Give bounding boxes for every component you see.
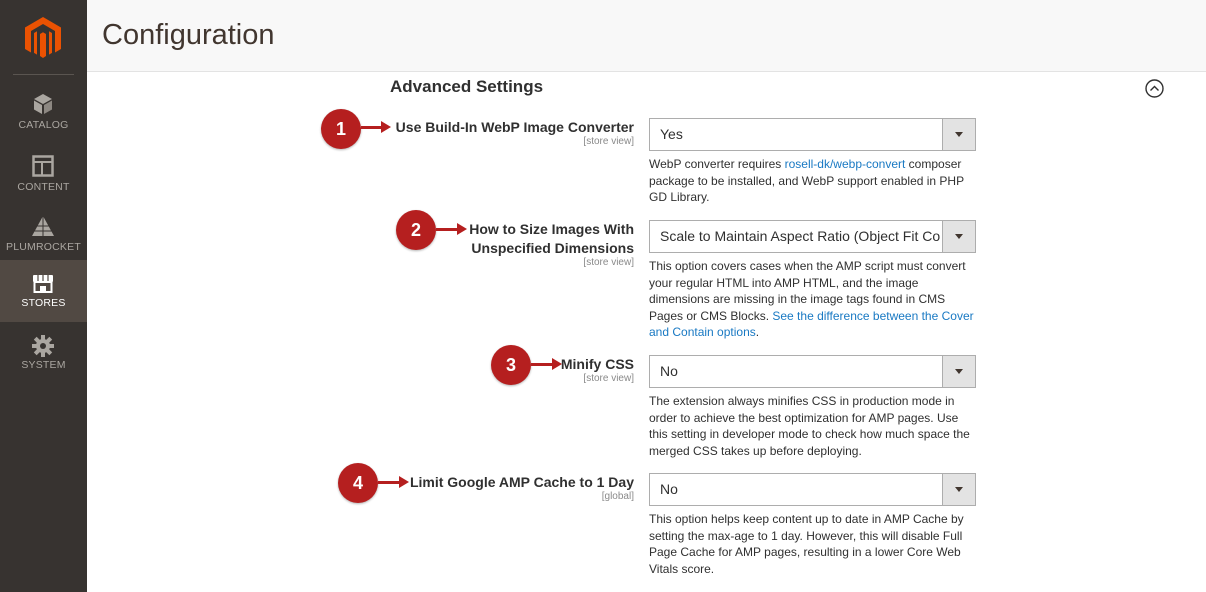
field-note: This option helps keep content up to dat… xyxy=(649,511,979,577)
scope-label: [store view] xyxy=(583,373,634,384)
label-line: Unspecified Dimensions xyxy=(471,240,634,256)
collapse-chevron-up-icon[interactable] xyxy=(1145,79,1164,98)
page-header: Configuration xyxy=(87,0,1206,72)
note-text-after: . xyxy=(755,325,760,339)
field-label-image-sizing: How to Size Images With Unspecified Dime… xyxy=(469,220,634,258)
callout-badge: 2 xyxy=(396,210,436,250)
image-sizing-select[interactable]: Scale to Maintain Aspect Ratio (Object F… xyxy=(649,220,976,253)
magento-logo-icon[interactable] xyxy=(24,16,62,60)
field-label-minify-css: Minify CSS xyxy=(561,355,634,374)
amp-cache-select[interactable]: No xyxy=(649,473,976,506)
dropdown-arrow-icon[interactable] xyxy=(942,119,975,150)
callout-arrow xyxy=(531,358,562,370)
sidebar-item-label: STORES xyxy=(21,297,66,309)
scope-label: [store view] xyxy=(583,257,634,268)
minify-css-select[interactable]: No xyxy=(649,355,976,388)
field-label-amp-cache: Limit Google AMP Cache to 1 Day xyxy=(410,473,634,492)
callout-arrow xyxy=(436,223,467,235)
select-value: Yes xyxy=(660,126,683,142)
note-text: This option helps keep content up to dat… xyxy=(649,512,964,576)
webp-convert-link[interactable]: rosell-dk/webp-convert xyxy=(785,157,906,171)
webp-converter-select[interactable]: Yes xyxy=(649,118,976,151)
select-value: No xyxy=(660,481,678,497)
field-label-webp-converter: Use Build-In WebP Image Converter xyxy=(396,118,634,137)
label-line: How to Size Images With xyxy=(469,221,634,237)
callout-badge: 4 xyxy=(338,463,378,503)
sidebar-item-plumrocket[interactable]: PLUMROCKET xyxy=(0,204,87,266)
sidebar-item-system[interactable]: SYSTEM xyxy=(0,326,87,388)
callout-badge: 3 xyxy=(491,345,531,385)
plumrocket-pyramid-icon xyxy=(32,216,54,236)
admin-sidebar: CATALOG CONTENT PLUMROCKET STORES SYSTEM xyxy=(0,0,87,592)
callout-badge: 1 xyxy=(321,109,361,149)
note-text: WebP converter requires xyxy=(649,157,785,171)
callout-arrow xyxy=(378,476,409,488)
field-note: The extension always minifies CSS in pro… xyxy=(649,393,979,459)
select-value: No xyxy=(660,363,678,379)
section-title: Advanced Settings xyxy=(390,77,544,96)
label-line: Use Build-In WebP Image Converter xyxy=(395,119,634,135)
catalog-cube-icon xyxy=(34,94,52,114)
select-value: Scale to Maintain Aspect Ratio (Object F… xyxy=(660,228,940,244)
field-note: WebP converter requires rosell-dk/webp-c… xyxy=(649,156,979,206)
field-note: This option covers cases when the AMP sc… xyxy=(649,258,979,341)
dropdown-arrow-icon[interactable] xyxy=(942,474,975,505)
scope-label: [global] xyxy=(601,491,634,502)
dropdown-arrow-icon[interactable] xyxy=(942,221,975,252)
sidebar-item-catalog[interactable]: CATALOG xyxy=(0,82,87,144)
content-layout-icon xyxy=(32,155,54,177)
page-title: Configuration xyxy=(102,19,275,51)
callout-arrow xyxy=(361,121,391,133)
label-line: Limit Google AMP Cache to 1 Day xyxy=(409,474,634,490)
sidebar-item-label: SYSTEM xyxy=(21,359,66,371)
dropdown-arrow-icon[interactable] xyxy=(942,356,975,387)
system-gear-icon xyxy=(32,335,54,357)
app-root: CATALOG CONTENT PLUMROCKET STORES SYSTEM… xyxy=(0,0,1206,592)
stores-storefront-icon xyxy=(33,275,53,293)
note-text: The extension always minifies CSS in pro… xyxy=(649,394,970,458)
sidebar-item-label: CONTENT xyxy=(17,181,70,193)
scope-label: [store view] xyxy=(583,136,634,147)
sidebar-item-label: PLUMROCKET xyxy=(6,241,81,253)
sidebar-item-label: CATALOG xyxy=(18,119,69,131)
sidebar-item-stores[interactable]: STORES xyxy=(0,260,87,322)
label-line: Minify CSS xyxy=(560,356,634,372)
sidebar-divider xyxy=(13,74,74,75)
sidebar-item-content[interactable]: CONTENT xyxy=(0,144,87,206)
